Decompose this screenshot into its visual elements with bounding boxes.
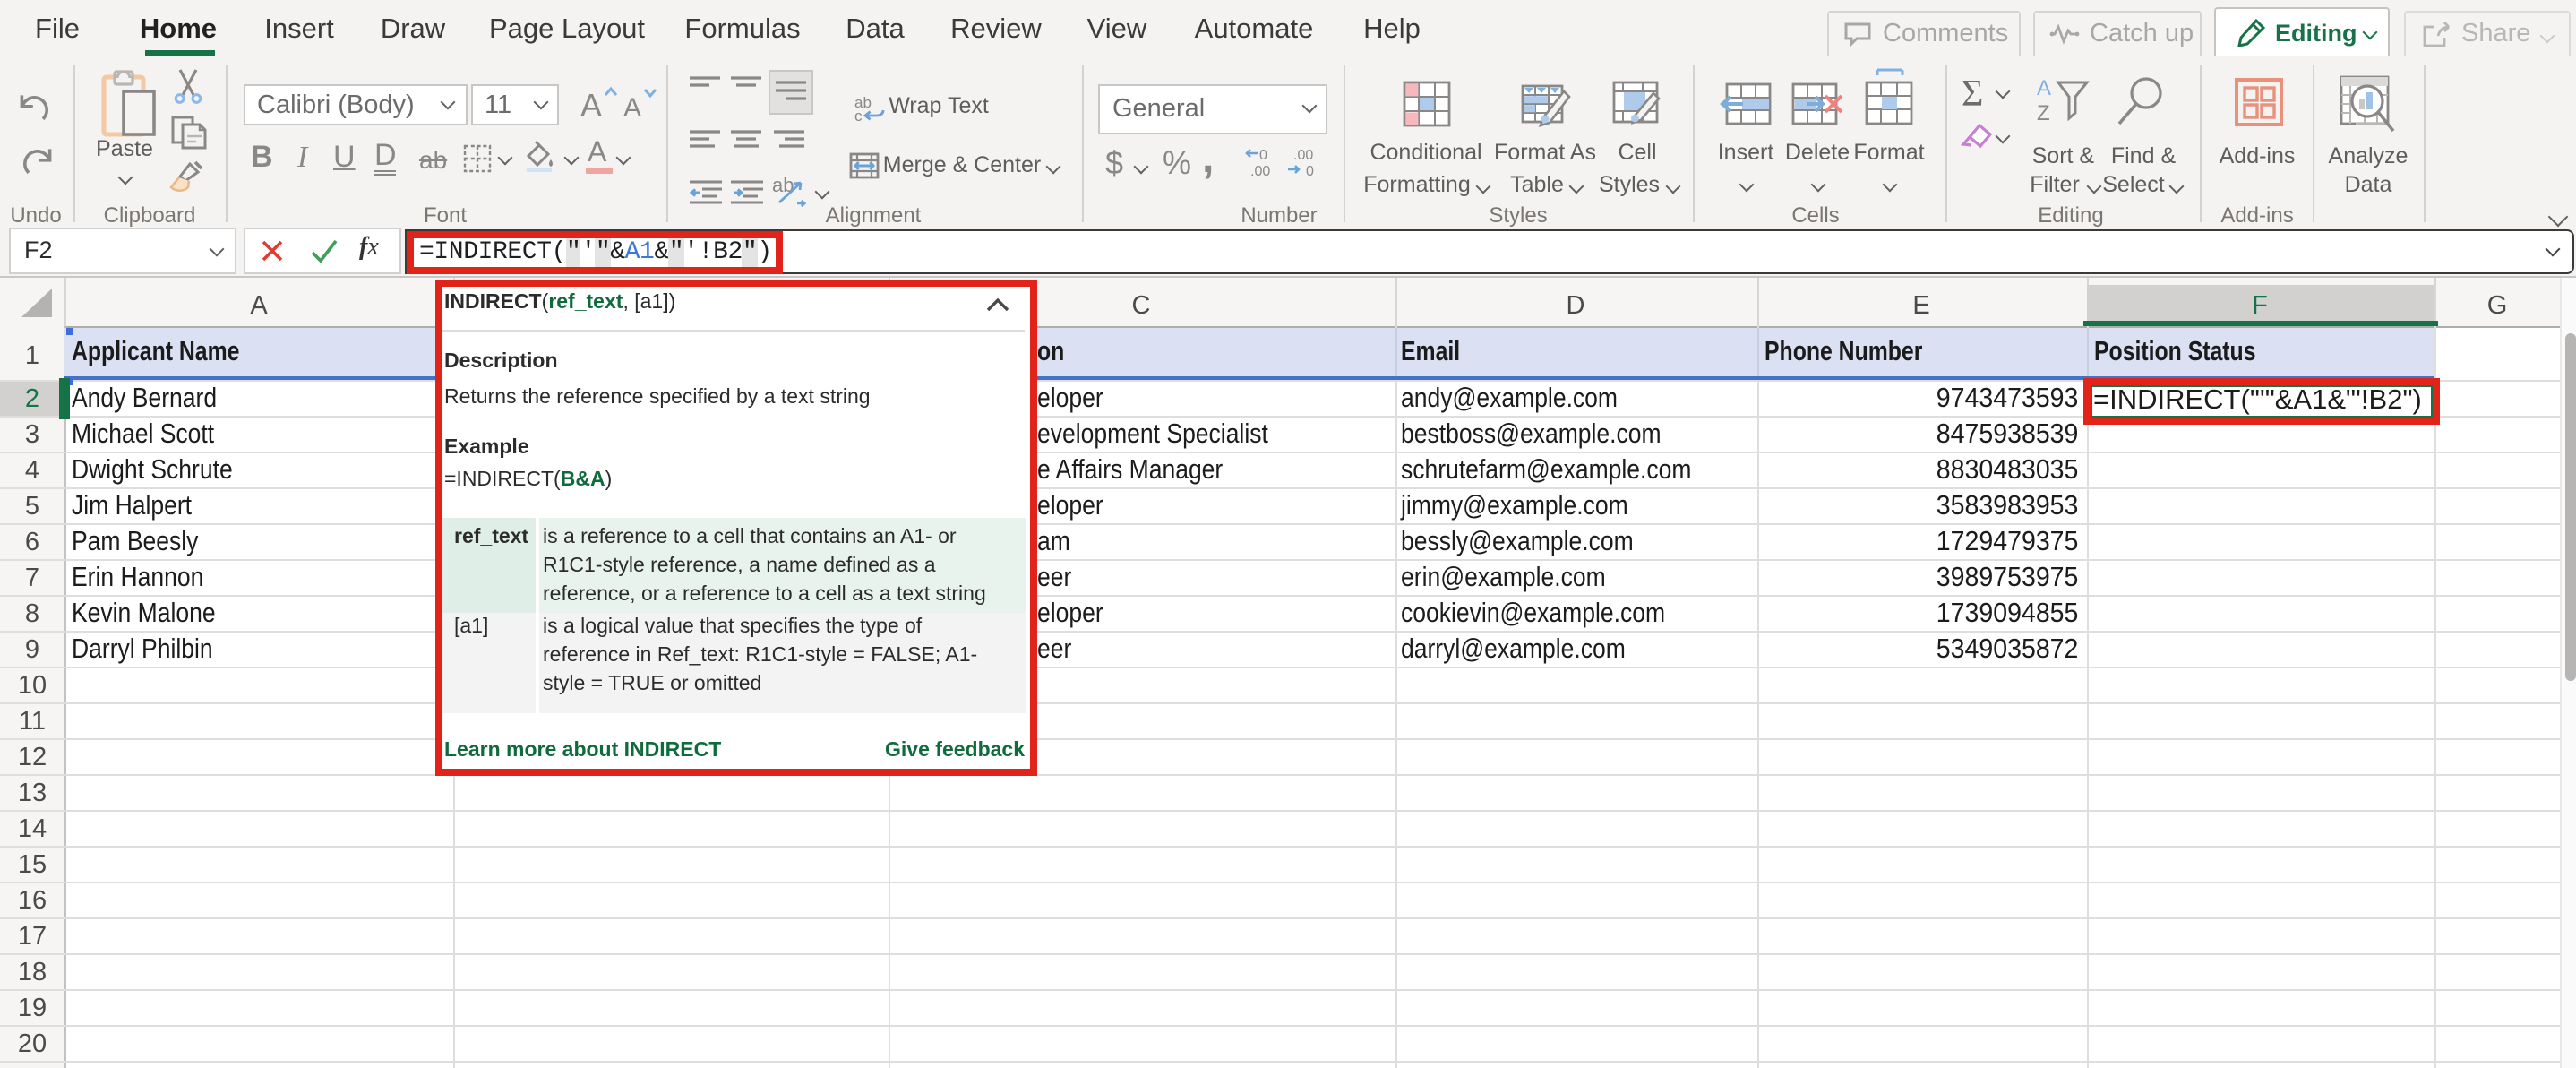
svg-text:Z: Z (2036, 100, 2049, 125)
svg-text:.00: .00 (1250, 164, 1270, 177)
svg-text:0: 0 (1306, 164, 1314, 177)
svg-text:c: c (854, 108, 863, 122)
svg-text:.00: .00 (1293, 148, 1313, 163)
svg-text:A: A (2036, 75, 2050, 99)
svg-text:0: 0 (1259, 148, 1267, 163)
